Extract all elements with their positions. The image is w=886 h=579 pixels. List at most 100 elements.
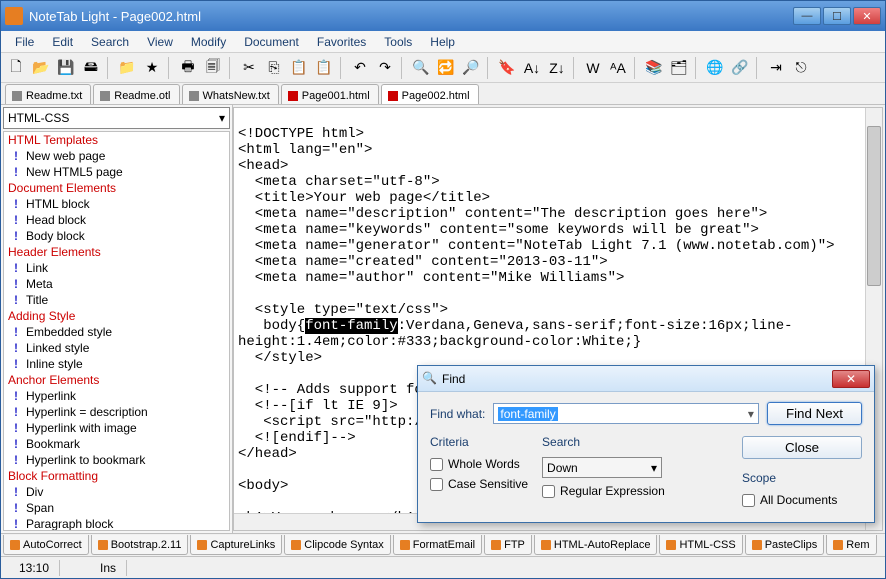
regex-checkbox[interactable]: Regular Expression <box>542 484 665 498</box>
paste2-icon[interactable]: 📋 <box>313 57 335 79</box>
tab-readme-otl[interactable]: Readme.otl <box>93 84 179 104</box>
clip-item[interactable]: Hyperlink to bookmark <box>4 452 229 468</box>
clipbook-tab-capturelinks[interactable]: CaptureLinks <box>190 535 282 555</box>
menu-search[interactable]: Search <box>83 33 137 51</box>
new-icon[interactable]: 🗋 <box>5 57 27 79</box>
menu-file[interactable]: File <box>7 33 42 51</box>
clipbook-tab-html-css[interactable]: HTML-CSS <box>659 535 742 555</box>
menu-edit[interactable]: Edit <box>44 33 81 51</box>
clipbook-tab-bootstrap-2-11[interactable]: Bootstrap.2.11 <box>91 535 189 555</box>
all-documents-checkbox[interactable]: All Documents <box>742 493 862 507</box>
find-dialog-title: Find <box>442 372 832 386</box>
clip-item[interactable]: Div <box>4 484 229 500</box>
save-icon[interactable]: 💾 <box>55 57 77 79</box>
clipbook-tab-pasteclips[interactable]: PasteClips <box>745 535 825 555</box>
find-next-button[interactable]: Find Next <box>767 402 862 425</box>
file-icon <box>12 91 22 101</box>
sort-desc-icon[interactable]: Z↓ <box>546 57 568 79</box>
clip-item[interactable]: Hyperlink <box>4 388 229 404</box>
clip-item[interactable]: Head block <box>4 212 229 228</box>
tab-label: Readme.txt <box>26 90 82 102</box>
clip-item[interactable]: Linked style <box>4 340 229 356</box>
clipbook-tab-html-autoreplace[interactable]: HTML-AutoReplace <box>534 535 658 555</box>
menu-favorites[interactable]: Favorites <box>309 33 374 51</box>
link-icon[interactable]: 🔗 <box>729 57 751 79</box>
find-dialog-titlebar[interactable]: 🔍 Find ✕ <box>418 366 874 392</box>
font-icon[interactable]: ᴬA <box>607 57 629 79</box>
clip-item[interactable]: Hyperlink = description <box>4 404 229 420</box>
clipbook-tab-ftp[interactable]: FTP <box>484 535 532 555</box>
menu-modify[interactable]: Modify <box>183 33 234 51</box>
open-icon[interactable]: 📂 <box>30 57 52 79</box>
clip-item[interactable]: HTML block <box>4 196 229 212</box>
menu-document[interactable]: Document <box>236 33 307 51</box>
clip-item[interactable]: Paragraph block <box>4 516 229 531</box>
clip-item[interactable]: Body block <box>4 228 229 244</box>
menu-view[interactable]: View <box>139 33 181 51</box>
clip-item[interactable]: Inline style <box>4 356 229 372</box>
find3-icon[interactable]: 🔎 <box>460 57 482 79</box>
clip-item[interactable]: Span <box>4 500 229 516</box>
copy-icon[interactable]: ⎘ <box>263 57 285 79</box>
cut-icon[interactable]: ✂ <box>238 57 260 79</box>
category-anchor-elements[interactable]: Anchor Elements <box>4 372 229 388</box>
lib-icon[interactable]: 📚 <box>643 57 665 79</box>
minimize-button[interactable]: — <box>793 7 821 25</box>
clip-item[interactable]: New web page <box>4 148 229 164</box>
whole-words-checkbox[interactable]: Whole Words <box>430 457 528 471</box>
folder-icon[interactable]: 📁 <box>116 57 138 79</box>
replace-icon[interactable]: 🔁 <box>435 57 457 79</box>
clipbook-tab-rem[interactable]: Rem <box>826 535 876 555</box>
menu-help[interactable]: Help <box>422 33 463 51</box>
find-dialog-close-button[interactable]: ✕ <box>832 370 870 388</box>
search-direction-dropdown[interactable]: Down ▾ <box>542 457 662 478</box>
clip-item[interactable]: Hyperlink with image <box>4 420 229 436</box>
find-what-value: font-family <box>498 407 557 421</box>
clip-item[interactable]: Link <box>4 260 229 276</box>
clip-item[interactable]: Meta <box>4 276 229 292</box>
maximize-button[interactable]: ☐ <box>823 7 851 25</box>
library-dropdown[interactable]: HTML-CSS ▾ <box>3 107 230 129</box>
sort-asc-icon[interactable]: A↓ <box>521 57 543 79</box>
clip-library-list[interactable]: HTML TemplatesNew web pageNew HTML5 page… <box>3 131 230 531</box>
bookmark-icon[interactable]: 🔖 <box>496 57 518 79</box>
category-document-elements[interactable]: Document Elements <box>4 180 229 196</box>
find-icon[interactable]: 🔍 <box>410 57 432 79</box>
clip-item[interactable]: Embedded style <box>4 324 229 340</box>
redo-icon[interactable]: ↷ <box>374 57 396 79</box>
close-button[interactable]: ✕ <box>853 7 881 25</box>
category-block-formatting[interactable]: Block Formatting <box>4 468 229 484</box>
tab-page001-html[interactable]: Page001.html <box>281 84 379 104</box>
tab-readme-txt[interactable]: Readme.txt <box>5 84 91 104</box>
tab-label: Page001.html <box>302 90 370 102</box>
export-icon[interactable]: ⇥ <box>765 57 787 79</box>
menu-tools[interactable]: Tools <box>376 33 420 51</box>
scrollbar-thumb[interactable] <box>867 126 881 286</box>
clip-item[interactable]: Bookmark <box>4 436 229 452</box>
clipbook-tab-autocorrect[interactable]: AutoCorrect <box>3 535 89 555</box>
globe-icon[interactable]: 🌐 <box>704 57 726 79</box>
chevron-down-icon[interactable]: ▾ <box>748 407 754 421</box>
tab-whatsnew-txt[interactable]: WhatsNew.txt <box>182 84 279 104</box>
clip-item[interactable]: Title <box>4 292 229 308</box>
word-icon[interactable]: W <box>582 57 604 79</box>
print-icon[interactable]: 🖶 <box>177 57 199 79</box>
clipbook-tab-formatemail[interactable]: FormatEmail <box>393 535 482 555</box>
undo-icon[interactable]: ↶ <box>349 57 371 79</box>
preview-icon[interactable]: 🗐 <box>202 57 224 79</box>
file-icon <box>288 91 298 101</box>
case-sensitive-checkbox[interactable]: Case Sensitive <box>430 477 528 491</box>
category-header-elements[interactable]: Header Elements <box>4 244 229 260</box>
clip-icon[interactable]: 🗂 <box>668 57 690 79</box>
category-adding-style[interactable]: Adding Style <box>4 308 229 324</box>
clip-item[interactable]: New HTML5 page <box>4 164 229 180</box>
exit-icon[interactable]: ⎋ <box>790 57 812 79</box>
close-find-button[interactable]: Close <box>742 436 862 459</box>
star-icon[interactable]: ★ <box>141 57 163 79</box>
save-all-icon[interactable]: 🖴 <box>80 57 102 79</box>
paste-icon[interactable]: 📋 <box>288 57 310 79</box>
category-html-templates[interactable]: HTML Templates <box>4 132 229 148</box>
find-what-input[interactable]: font-family ▾ <box>493 403 759 424</box>
clipbook-tab-clipcode-syntax[interactable]: Clipcode Syntax <box>284 535 391 555</box>
tab-page002-html[interactable]: Page002.html <box>381 84 479 104</box>
